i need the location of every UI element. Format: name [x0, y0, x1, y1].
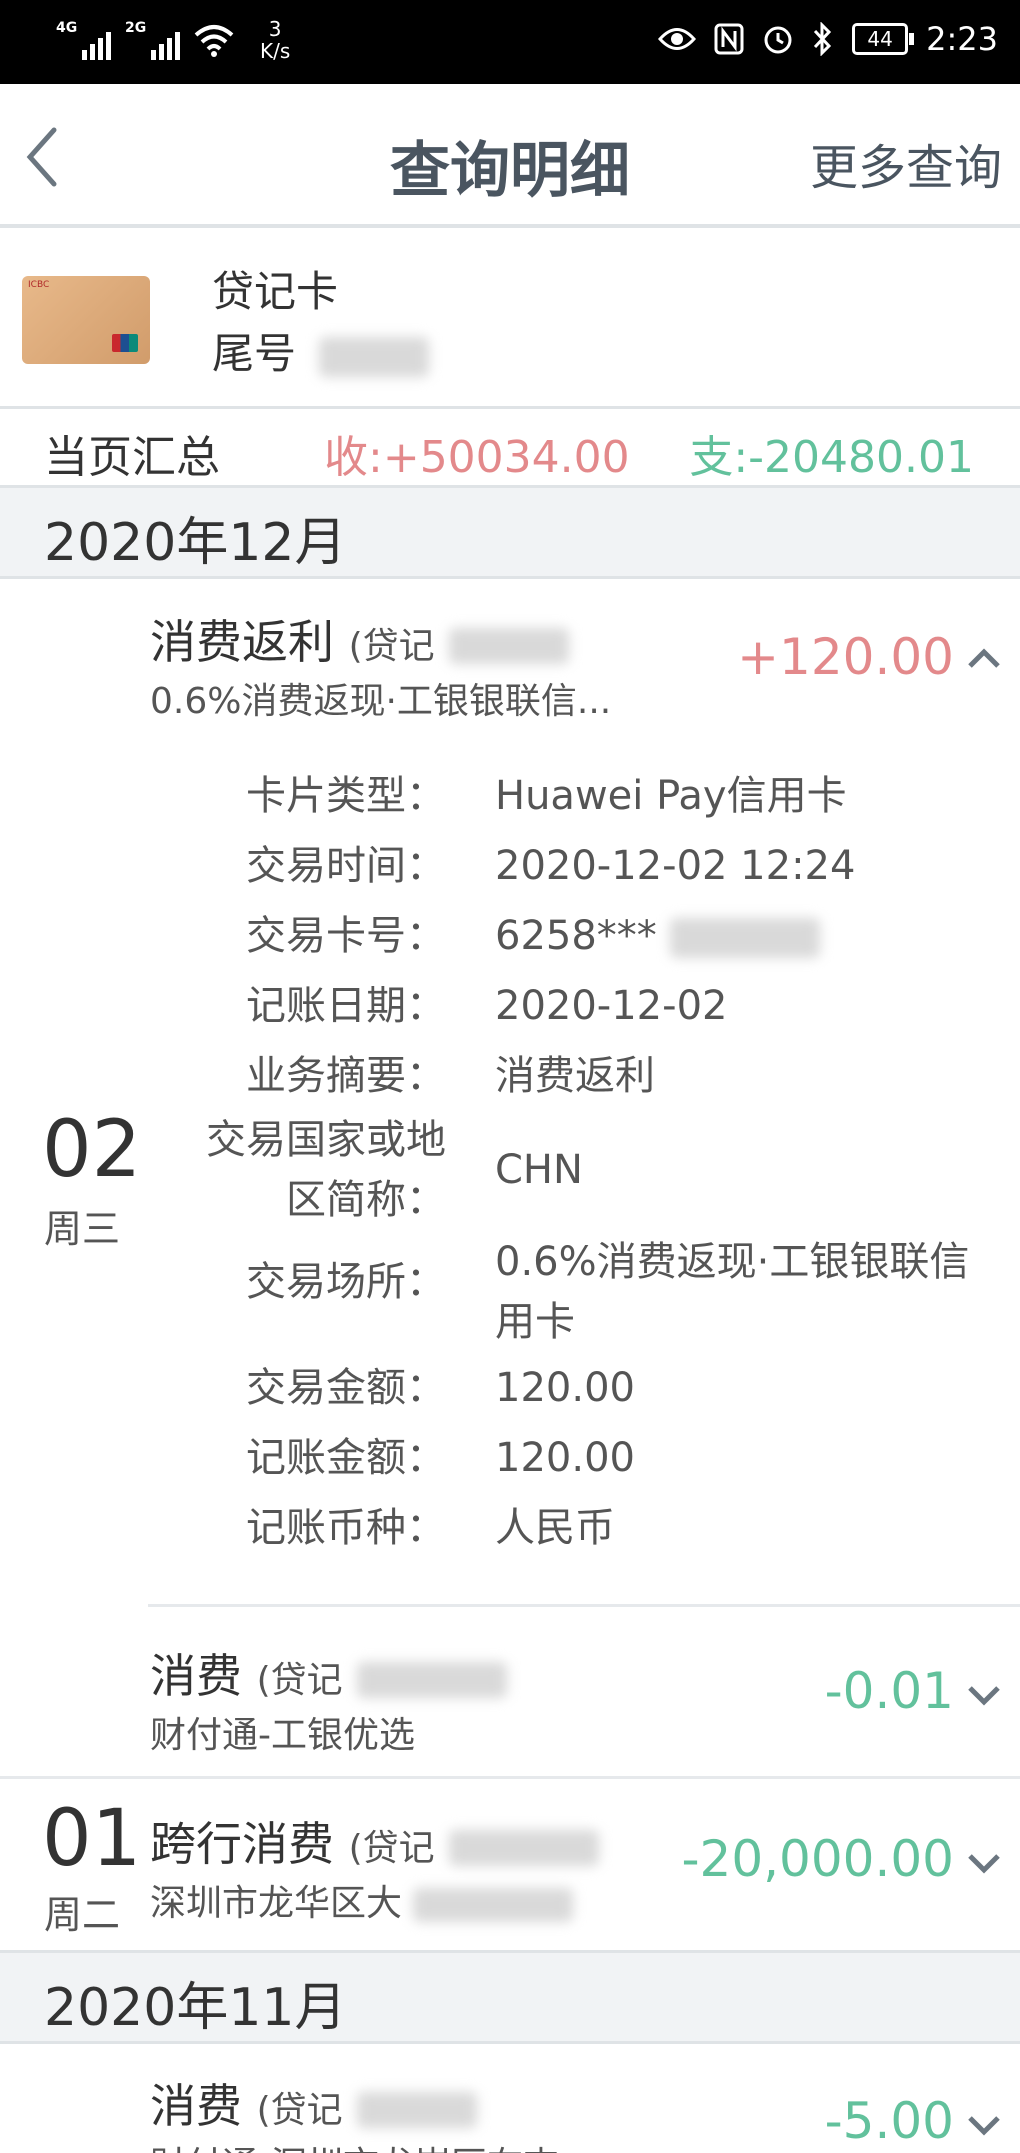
wifi-icon — [194, 25, 234, 57]
detail-value: 120.00 — [495, 1435, 635, 1481]
bank-logo-icon: ICBC — [28, 280, 50, 290]
alarm-icon — [764, 26, 792, 54]
summary-expense: 支:-20480.01 — [689, 432, 974, 483]
status-right: 44 2:23 — [658, 20, 998, 58]
transaction-title: 消费 (贷记 — [150, 1640, 508, 1706]
unionpay-logo-icon — [112, 334, 138, 352]
nfc-icon — [714, 23, 744, 55]
detail-label: 卡片类型： — [246, 773, 446, 819]
detail-label: 记账日期： — [246, 983, 446, 1029]
transaction-card-ref: (贷记 — [348, 1828, 435, 1869]
bluetooth-icon — [814, 22, 832, 56]
signal-icon: 4G — [56, 20, 111, 60]
detail-value: 6258*** — [495, 906, 995, 966]
month-header: 2020年11月 — [0, 1950, 1020, 2044]
card-tail-number: 尾号 — [212, 320, 430, 381]
detail-value: 2020-12-02 — [495, 983, 728, 1029]
card-name: 贷记卡 — [212, 267, 339, 316]
transaction-card-ref: (贷记 — [256, 2090, 343, 2131]
status-left: 4G 2G 3 K/s — [56, 18, 290, 62]
redacted-card-number — [357, 1661, 508, 1698]
detail-value: 120.00 — [495, 1365, 635, 1411]
card-image: ICBC — [22, 276, 150, 364]
detail-label: 交易卡号： — [246, 913, 446, 959]
transaction-subtitle: 财付通-工银优选 — [150, 1715, 415, 1756]
transaction-card-ref: (贷记 — [348, 626, 435, 667]
transaction-row[interactable]: 消费 (贷记 财付通-工银优选 -0.01 — [0, 1610, 1020, 1775]
transaction-title: 消费返利 (贷记 — [150, 606, 570, 672]
month-header: 2020年12月 — [0, 488, 1020, 579]
redacted-card-number — [319, 336, 430, 377]
detail-value: CHN — [495, 1147, 583, 1193]
eye-icon — [658, 28, 697, 50]
detail-label: 记账金额： — [246, 1435, 446, 1481]
detail-value: 2020-12-02 12:24 — [495, 843, 856, 889]
transaction-subtitle-text: 深圳市龙华区大 — [150, 1883, 403, 1924]
transaction-amount: -5.00 — [824, 2092, 954, 2150]
transaction-subtitle: 财付通-深圳市龙岗区布吉 — [150, 2136, 559, 2153]
redacted-card-number — [449, 1829, 600, 1866]
detail-label: 业务摘要： — [246, 1053, 446, 1099]
detail-value: Huawei Pay信用卡 — [495, 773, 847, 819]
transaction-card-ref: (贷记 — [256, 1660, 343, 1701]
redacted-location — [413, 1888, 574, 1922]
chevron-down-icon[interactable] — [964, 1842, 1004, 1882]
card-tail-label: 尾号 — [212, 329, 297, 378]
card-info[interactable]: ICBC 贷记卡 尾号 — [0, 228, 1020, 409]
clock-time: 2:23 — [926, 20, 998, 58]
battery-level: 44 — [867, 27, 893, 51]
transaction-amount: -20,000.00 — [681, 1830, 954, 1888]
chevron-up-icon[interactable] — [964, 638, 1004, 678]
summary-label: 当页汇总 — [44, 432, 220, 483]
detail-value-text: 6258*** — [495, 913, 657, 959]
transaction-amount: -0.01 — [824, 1662, 954, 1720]
detail-label: 交易时间： — [246, 843, 446, 889]
battery-icon: 44 — [852, 23, 915, 55]
redacted-card-number — [357, 2091, 478, 2128]
network-type-label: 2G — [125, 20, 147, 36]
detail-label: 交易金额： — [246, 1365, 446, 1411]
net-speed-value: 3 — [268, 17, 282, 41]
transaction-type: 消费 — [150, 1649, 242, 1703]
net-speed: 3 K/s — [260, 18, 290, 62]
transaction-row[interactable]: 消费返利 (贷记 0.6%消费返现·工银银联信... +120.00 — [0, 580, 1020, 730]
summary-income: 收:+50034.00 — [324, 432, 630, 483]
transaction-title: 消费 (贷记 — [150, 2070, 478, 2136]
transaction-title: 跨行消费 (贷记 — [150, 1808, 600, 1874]
month-label: 2020年11月 — [44, 1978, 347, 2038]
signal-icon: 2G — [125, 20, 180, 60]
transaction-subtitle: 深圳市龙华区大 — [150, 1874, 574, 1926]
transaction-row[interactable]: 消费 (贷记 财付通-深圳市龙岗区布吉 -5.00 — [0, 2042, 1020, 2153]
detail-label: 交易国家或地区简称： — [206, 1117, 446, 1223]
network-type-label: 4G — [56, 20, 78, 36]
redacted-card-number — [669, 918, 820, 958]
month-label: 2020年12月 — [44, 513, 347, 573]
detail-label: 记账币种： — [246, 1505, 446, 1551]
detail-value: 人民币 — [495, 1505, 615, 1551]
divider — [148, 1604, 1020, 1607]
net-speed-unit: K/s — [260, 39, 291, 63]
detail-value: 消费返利 — [495, 1053, 655, 1099]
transaction-amount: +120.00 — [737, 628, 954, 686]
app-header: 查询明细 更多查询 — [0, 84, 1020, 228]
day-weekday: 周三 — [44, 1207, 121, 1251]
status-bar: 4G 2G 3 K/s 44 2:23 — [0, 0, 1020, 84]
more-query-button[interactable]: 更多查询 — [810, 128, 1002, 198]
transaction-row[interactable]: 跨行消费 (贷记 深圳市龙华区大 -20,000.00 — [0, 1780, 1020, 1950]
transaction-type: 消费 — [150, 2079, 242, 2133]
divider — [0, 1776, 1020, 1779]
page-summary: 当页汇总 收:+50034.00 支:-20480.01 — [0, 409, 1020, 488]
chevron-down-icon[interactable] — [964, 2104, 1004, 2144]
detail-value: 0.6%消费返现·工银银联信用卡 — [495, 1239, 970, 1345]
detail-label: 交易场所： — [246, 1259, 446, 1305]
transaction-type: 消费返利 — [150, 615, 334, 669]
day-number: 02 — [42, 1105, 142, 1195]
redacted-card-number — [449, 627, 570, 664]
transaction-type: 跨行消费 — [150, 1817, 334, 1871]
chevron-down-icon[interactable] — [964, 1674, 1004, 1714]
transaction-subtitle: 0.6%消费返现·工银银联信... — [150, 681, 612, 722]
